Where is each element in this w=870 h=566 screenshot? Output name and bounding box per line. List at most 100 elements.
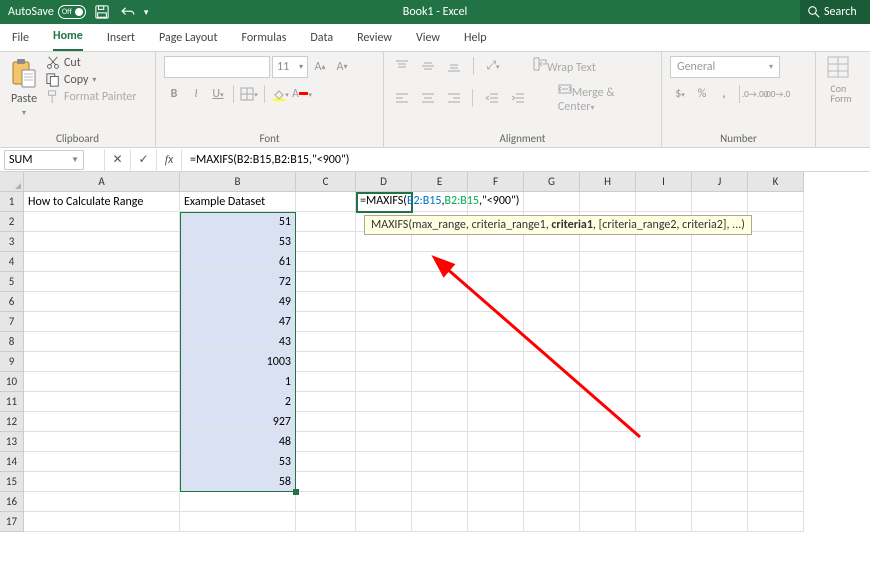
cell-A8[interactable] <box>24 332 180 352</box>
cell-H15[interactable] <box>580 472 636 492</box>
cell-A10[interactable] <box>24 372 180 392</box>
underline-button[interactable]: U▾ <box>208 84 228 104</box>
cell-B11[interactable]: 2 <box>180 392 296 412</box>
cell-D7[interactable] <box>356 312 412 332</box>
autosave-toggle[interactable]: AutoSave Off <box>8 5 86 19</box>
cell-F10[interactable] <box>468 372 524 392</box>
row-header-9[interactable]: 9 <box>0 352 24 372</box>
cell-H11[interactable] <box>580 392 636 412</box>
cell-D9[interactable] <box>356 352 412 372</box>
cell-C10[interactable] <box>296 372 356 392</box>
cell-G13[interactable] <box>524 432 580 452</box>
cell-J8[interactable] <box>692 332 748 352</box>
cancel-formula-button[interactable]: ✕ <box>104 149 130 171</box>
cell-D10[interactable] <box>356 372 412 392</box>
wrap-text-button[interactable]: Wrap Text <box>533 57 596 75</box>
undo-icon[interactable] <box>118 2 138 22</box>
cell-H1[interactable] <box>580 192 636 212</box>
tab-view[interactable]: View <box>416 25 440 51</box>
increase-decimal-icon[interactable]: .0→.00 <box>745 84 765 104</box>
row-header-15[interactable]: 15 <box>0 472 24 492</box>
cell-G8[interactable] <box>524 332 580 352</box>
row-header-16[interactable]: 16 <box>0 492 24 512</box>
cell-C4[interactable] <box>296 252 356 272</box>
cell-H5[interactable] <box>580 272 636 292</box>
cell-K15[interactable] <box>748 472 804 492</box>
cell-I6[interactable] <box>636 292 692 312</box>
cell-J7[interactable] <box>692 312 748 332</box>
tab-file[interactable]: File <box>12 25 29 51</box>
selection-handle[interactable] <box>293 489 299 495</box>
cell-E8[interactable] <box>412 332 468 352</box>
cell-B4[interactable]: 61 <box>180 252 296 272</box>
cell-F15[interactable] <box>468 472 524 492</box>
cell-B10[interactable]: 1 <box>180 372 296 392</box>
font-color-button[interactable]: A▾ <box>292 84 312 104</box>
cell-K3[interactable] <box>748 232 804 252</box>
cell-B3[interactable]: 53 <box>180 232 296 252</box>
cell-I11[interactable] <box>636 392 692 412</box>
row-header-17[interactable]: 17 <box>0 512 24 532</box>
cell-K8[interactable] <box>748 332 804 352</box>
cell-K17[interactable] <box>748 512 804 532</box>
cell-A1[interactable]: How to Calculate Range <box>24 192 180 212</box>
row-header-4[interactable]: 4 <box>0 252 24 272</box>
cell-H14[interactable] <box>580 452 636 472</box>
row-header-6[interactable]: 6 <box>0 292 24 312</box>
cell-K5[interactable] <box>748 272 804 292</box>
cell-E9[interactable] <box>412 352 468 372</box>
cell-C6[interactable] <box>296 292 356 312</box>
col-header-H[interactable]: H <box>580 172 636 192</box>
increase-indent-icon[interactable] <box>508 88 528 108</box>
comma-icon[interactable]: , <box>714 84 734 104</box>
cell-F4[interactable] <box>468 252 524 272</box>
cell-J12[interactable] <box>692 412 748 432</box>
cell-J5[interactable] <box>692 272 748 292</box>
cell-A12[interactable] <box>24 412 180 432</box>
decrease-decimal-icon[interactable]: .00→.0 <box>767 84 787 104</box>
decrease-font-icon[interactable]: A▾ <box>332 57 352 77</box>
cell-K14[interactable] <box>748 452 804 472</box>
cell-G7[interactable] <box>524 312 580 332</box>
cell-B14[interactable]: 53 <box>180 452 296 472</box>
cell-D17[interactable] <box>356 512 412 532</box>
cell-G1[interactable] <box>524 192 580 212</box>
cell-J15[interactable] <box>692 472 748 492</box>
cell-I5[interactable] <box>636 272 692 292</box>
cell-A7[interactable] <box>24 312 180 332</box>
cell-J3[interactable] <box>692 232 748 252</box>
cell-A6[interactable] <box>24 292 180 312</box>
number-format-dropdown[interactable]: General▾ <box>670 56 780 78</box>
tab-data[interactable]: Data <box>310 25 333 51</box>
save-icon[interactable] <box>92 2 112 22</box>
cell-E12[interactable] <box>412 412 468 432</box>
col-header-E[interactable]: E <box>412 172 468 192</box>
cell-F8[interactable] <box>468 332 524 352</box>
cell-A15[interactable] <box>24 472 180 492</box>
align-center-icon[interactable] <box>418 88 438 108</box>
cell-H6[interactable] <box>580 292 636 312</box>
row-header-14[interactable]: 14 <box>0 452 24 472</box>
tab-review[interactable]: Review <box>357 25 392 51</box>
cell-F12[interactable] <box>468 412 524 432</box>
cell-G12[interactable] <box>524 412 580 432</box>
cell-G16[interactable] <box>524 492 580 512</box>
percent-icon[interactable]: % <box>692 84 712 104</box>
cell-G3[interactable] <box>524 232 580 252</box>
increase-font-icon[interactable]: A▴ <box>310 57 330 77</box>
cell-C17[interactable] <box>296 512 356 532</box>
cell-A16[interactable] <box>24 492 180 512</box>
cell-B1[interactable]: Example Dataset <box>180 192 296 212</box>
cell-K6[interactable] <box>748 292 804 312</box>
tab-home[interactable]: Home <box>53 23 83 51</box>
name-box[interactable]: SUM▼ <box>4 150 84 170</box>
cell-E17[interactable] <box>412 512 468 532</box>
enter-formula-button[interactable]: ✓ <box>130 149 156 171</box>
row-header-12[interactable]: 12 <box>0 412 24 432</box>
cell-K7[interactable] <box>748 312 804 332</box>
cell-C11[interactable] <box>296 392 356 412</box>
cell-H16[interactable] <box>580 492 636 512</box>
cell-D1-formula[interactable]: =MAXIFS(B2:B15,B2:B15,"<900") <box>360 194 519 208</box>
align-top-icon[interactable] <box>392 56 412 76</box>
cell-I1[interactable] <box>636 192 692 212</box>
